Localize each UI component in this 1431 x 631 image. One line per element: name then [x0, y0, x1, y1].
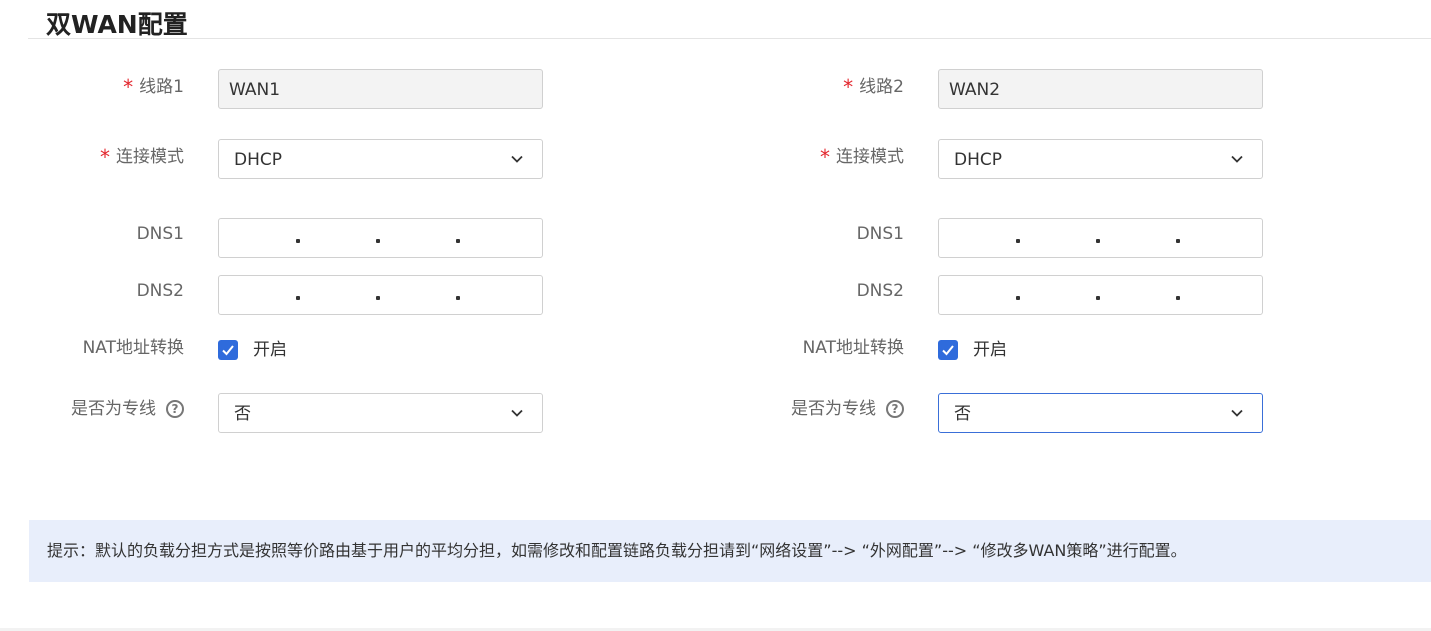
wan1-dns1-input[interactable] [218, 218, 543, 258]
help-circle-icon[interactable]: ? [886, 400, 904, 418]
wan2-dedicated-select[interactable]: 否 [938, 393, 1263, 433]
wan2-mode-select[interactable]: DHCP [938, 139, 1263, 179]
wan1-dedicated-label: 是否为专线? [71, 397, 184, 421]
required-mark: * [820, 145, 830, 169]
wan2-dns2-input[interactable] [938, 275, 1263, 315]
ip-separator [296, 296, 300, 300]
wan2-mode-value: DHCP [954, 150, 1002, 170]
ip-separator [1096, 296, 1100, 300]
ip-separator [1176, 239, 1180, 243]
notice-text: 提示：默认的负载分担方式是按照等价路由基于用户的平均分担，如需修改和配置链路负载… [47, 541, 1187, 560]
wan2-line-value: WAN2 [949, 80, 1001, 100]
check-icon [942, 345, 954, 356]
wan1-mode-value: DHCP [234, 150, 282, 170]
required-mark: * [100, 145, 110, 169]
help-circle-icon[interactable]: ? [166, 400, 184, 418]
ip-separator [1016, 239, 1020, 243]
wan1-nat-checkbox[interactable] [218, 340, 238, 360]
wan1-dedicated-value: 否 [234, 404, 251, 424]
ip-separator [456, 296, 460, 300]
wan2-column: * 线路2 WAN2 * 连接模式 DHCP DNS1 DNS2 NAT地址转换 开… [720, 0, 1420, 460]
wan1-dns1-label: DNS1 [136, 224, 184, 244]
wan2-dedicated-label: 是否为专线? [791, 397, 904, 421]
wan1-dns2-input[interactable] [218, 275, 543, 315]
wan1-line-label: * 线路1 [123, 75, 184, 99]
wan1-column: * 线路1 WAN1 * 连接模式 DHCP DNS1 DNS2 NAT地址转换 开… [0, 0, 700, 460]
required-mark: * [123, 75, 134, 99]
wan2-nat-checkbox[interactable] [938, 340, 958, 360]
wan1-dns2-label: DNS2 [136, 281, 184, 301]
wan2-mode-label: * 连接模式 [820, 145, 904, 169]
wan2-nat-option[interactable]: 开启 [973, 338, 1007, 362]
wan1-line-value: WAN1 [229, 80, 281, 100]
chevron-down-icon [1231, 155, 1243, 163]
wan2-dedicated-value: 否 [954, 404, 971, 424]
ip-separator [376, 296, 380, 300]
chevron-down-icon [511, 409, 523, 417]
wan1-mode-label: * 连接模式 [100, 145, 184, 169]
wan1-dedicated-select[interactable]: 否 [218, 393, 543, 433]
ip-separator [296, 239, 300, 243]
check-icon [222, 345, 234, 356]
required-mark: * [843, 75, 854, 99]
notice-banner: 提示：默认的负载分担方式是按照等价路由基于用户的平均分担，如需修改和配置链路负载… [29, 520, 1431, 582]
chevron-down-icon [511, 155, 523, 163]
wan2-dns1-label: DNS1 [856, 224, 904, 244]
ip-separator [456, 239, 460, 243]
ip-separator [376, 239, 380, 243]
wan1-mode-select[interactable]: DHCP [218, 139, 543, 179]
wan2-nat-label: NAT地址转换 [802, 338, 904, 358]
wan2-line-field: WAN2 [938, 69, 1263, 109]
ip-separator [1096, 239, 1100, 243]
chevron-down-icon [1231, 409, 1243, 417]
wan1-nat-option[interactable]: 开启 [253, 338, 287, 362]
wan2-dns1-input[interactable] [938, 218, 1263, 258]
ip-separator [1016, 296, 1020, 300]
ip-separator [1176, 296, 1180, 300]
wan1-nat-label: NAT地址转换 [82, 338, 184, 358]
wan2-dns2-label: DNS2 [856, 281, 904, 301]
wan2-line-label: * 线路2 [843, 75, 904, 99]
wan1-line-field: WAN1 [218, 69, 543, 109]
